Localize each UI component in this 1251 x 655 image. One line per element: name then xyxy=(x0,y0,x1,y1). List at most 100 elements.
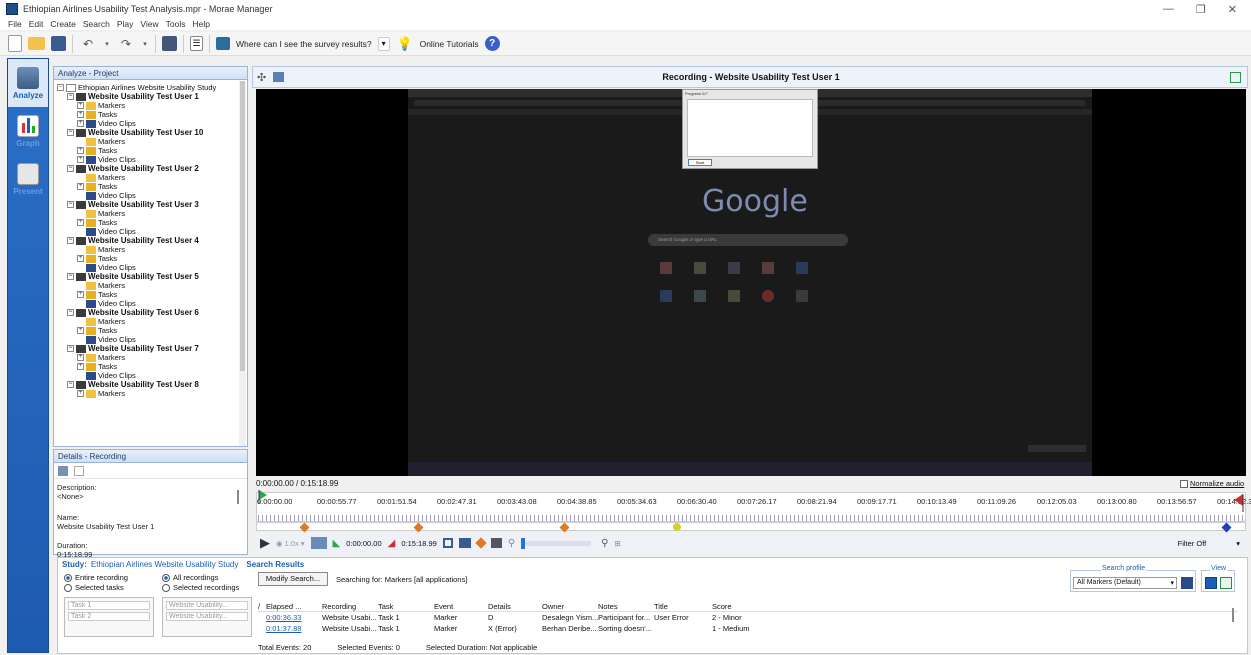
fit-icon[interactable]: ⊞ xyxy=(614,539,620,548)
tree-clips-node[interactable]: Video Clips xyxy=(57,191,237,200)
list-view-icon[interactable] xyxy=(1205,577,1217,589)
tree-tasks-node[interactable]: + Tasks xyxy=(57,362,237,371)
selected-recordings-radio[interactable]: Selected recordings xyxy=(162,583,239,593)
copy-icon[interactable] xyxy=(58,465,68,476)
tree-user-node[interactable]: − Website Usability Test User 4 xyxy=(57,236,237,245)
normalize-checkbox[interactable] xyxy=(1180,479,1188,488)
expand-icon[interactable]: + xyxy=(77,327,84,334)
column-header[interactable]: Title xyxy=(654,602,712,611)
start-flag-icon[interactable] xyxy=(258,490,268,504)
tree-study-node[interactable]: − Ethiopian Airlines Website Usability S… xyxy=(57,83,237,92)
normalize-audio[interactable]: Normalize audio xyxy=(1180,479,1244,488)
expand-icon[interactable]: + xyxy=(77,390,84,397)
menu-help[interactable]: Help xyxy=(192,19,209,29)
tree-user-node[interactable]: − Website Usability Test User 8 xyxy=(57,380,237,389)
marker-icon[interactable] xyxy=(559,522,570,533)
restore-icon[interactable]: ❐ xyxy=(1196,3,1206,16)
tree-markers-node[interactable]: Markers xyxy=(57,173,237,182)
survey-dropdown-icon[interactable]: ▾ xyxy=(377,36,390,51)
end-flag-icon[interactable] xyxy=(1232,494,1244,512)
play-icon[interactable]: ▶ xyxy=(260,535,270,551)
expand-icon[interactable]: + xyxy=(77,111,84,118)
online-tutorials-link[interactable]: Online Tutorials xyxy=(420,39,479,49)
end-marker-icon[interactable] xyxy=(1221,522,1232,533)
survey-icon[interactable] xyxy=(216,37,230,50)
entire-recording-radio[interactable]: Entire recording xyxy=(64,573,128,583)
column-header[interactable]: Event xyxy=(434,602,488,611)
menu-view[interactable]: View xyxy=(140,19,158,29)
zoom-out-icon[interactable]: ⚲ xyxy=(508,538,515,549)
tree-clips-node[interactable]: Video Clips xyxy=(57,227,237,236)
end-time[interactable]: 0:15:18.99 xyxy=(401,539,436,548)
expand-icon[interactable]: + xyxy=(77,120,84,127)
collapse-icon[interactable]: − xyxy=(67,165,74,172)
tree-markers-node[interactable]: Markers xyxy=(57,317,237,326)
column-header[interactable]: Score xyxy=(712,602,772,611)
marker-icon[interactable] xyxy=(299,522,310,533)
scroll-thumb[interactable] xyxy=(240,81,245,371)
expand-icon[interactable]: + xyxy=(77,363,84,370)
tree-tasks-node[interactable]: + Tasks xyxy=(57,254,237,263)
tree-markers-node[interactable]: + Markers xyxy=(57,101,237,110)
tree-tasks-node[interactable]: + Tasks xyxy=(57,218,237,227)
menu-tools[interactable]: Tools xyxy=(166,19,186,29)
expand-icon[interactable]: + xyxy=(77,183,84,190)
save-all-icon[interactable] xyxy=(162,36,177,51)
camera-icon[interactable] xyxy=(310,537,327,549)
zoom-slider[interactable] xyxy=(521,537,592,549)
close-icon[interactable]: ✕ xyxy=(1228,3,1237,16)
table-row[interactable]: 0:01:37.88 Website Usabi... Task 1 Marker X … xyxy=(258,623,1238,634)
tree-tasks-node[interactable]: + Tasks xyxy=(57,146,237,155)
tree-user-node[interactable]: − Website Usability Test User 10 xyxy=(57,128,237,137)
set-start-icon[interactable]: ◣ xyxy=(333,538,341,549)
tree-clips-node[interactable]: Video Clips xyxy=(57,263,237,272)
tree-markers-node[interactable]: Markers xyxy=(57,245,237,254)
open-folder-icon[interactable] xyxy=(28,37,45,50)
menu-edit[interactable]: Edit xyxy=(29,19,44,29)
save-icon[interactable] xyxy=(51,36,66,51)
modify-search-button[interactable]: Modify Search... xyxy=(258,572,328,586)
tree-clips-node[interactable]: + Video Clips xyxy=(57,155,237,164)
collapse-icon[interactable]: − xyxy=(67,237,74,244)
clip-icon[interactable] xyxy=(442,538,453,548)
start-time[interactable]: 0:00:00.00 xyxy=(346,539,381,548)
project-tree[interactable]: − Ethiopian Airlines Website Usability S… xyxy=(57,83,237,445)
tree-markers-node[interactable]: Markers xyxy=(57,137,237,146)
results-scrollbar[interactable] xyxy=(1232,608,1234,622)
tree-tasks-node[interactable]: + Tasks xyxy=(57,110,237,119)
column-header[interactable]: Task xyxy=(378,602,434,611)
add-marker-icon[interactable] xyxy=(475,537,487,549)
column-header[interactable]: Owner xyxy=(542,602,598,611)
help-icon[interactable]: ? xyxy=(484,36,500,51)
collapse-icon[interactable]: − xyxy=(67,93,74,100)
details-scrollbar[interactable] xyxy=(237,490,239,504)
nav-analyze[interactable]: Analyze xyxy=(8,59,48,107)
column-header[interactable]: Notes xyxy=(598,602,654,611)
collapse-icon[interactable]: − xyxy=(67,345,74,352)
selected-tasks-radio[interactable]: Selected tasks xyxy=(64,583,128,593)
tree-markers-node[interactable]: + Markers xyxy=(57,389,237,398)
filter-dropdown-icon[interactable]: ▾ xyxy=(1236,539,1240,548)
edit-icon[interactable] xyxy=(74,465,84,476)
redo-dropdown-icon[interactable]: ▾ xyxy=(141,35,149,53)
menu-play[interactable]: Play xyxy=(117,19,134,29)
tree-markers-node[interactable]: Markers xyxy=(57,209,237,218)
tree-clips-node[interactable]: Video Clips xyxy=(57,299,237,308)
expand-icon[interactable]: + xyxy=(77,291,84,298)
popout-icon[interactable] xyxy=(1230,72,1241,83)
menu-create[interactable]: Create xyxy=(50,19,76,29)
nav-present[interactable]: Present xyxy=(8,155,48,203)
collapse-icon[interactable]: − xyxy=(67,309,74,316)
save-profile-icon[interactable] xyxy=(1181,577,1193,589)
tree-user-node[interactable]: − Website Usability Test User 6 xyxy=(57,308,237,317)
zoom-in-icon[interactable]: ⚲ xyxy=(601,538,608,549)
tree-user-node[interactable]: − Website Usability Test User 5 xyxy=(57,272,237,281)
minimize-icon[interactable]: — xyxy=(1163,3,1174,16)
film-icon[interactable] xyxy=(458,538,471,548)
properties-icon[interactable]: ☰ xyxy=(190,36,203,51)
table-cell[interactable]: 0:01:37.88 xyxy=(266,624,322,633)
all-recordings-radio[interactable]: All recordings xyxy=(162,573,239,583)
tree-tasks-node[interactable]: + Tasks xyxy=(57,182,237,191)
collapse-icon[interactable]: − xyxy=(57,84,64,91)
collapse-icon[interactable]: − xyxy=(67,273,74,280)
